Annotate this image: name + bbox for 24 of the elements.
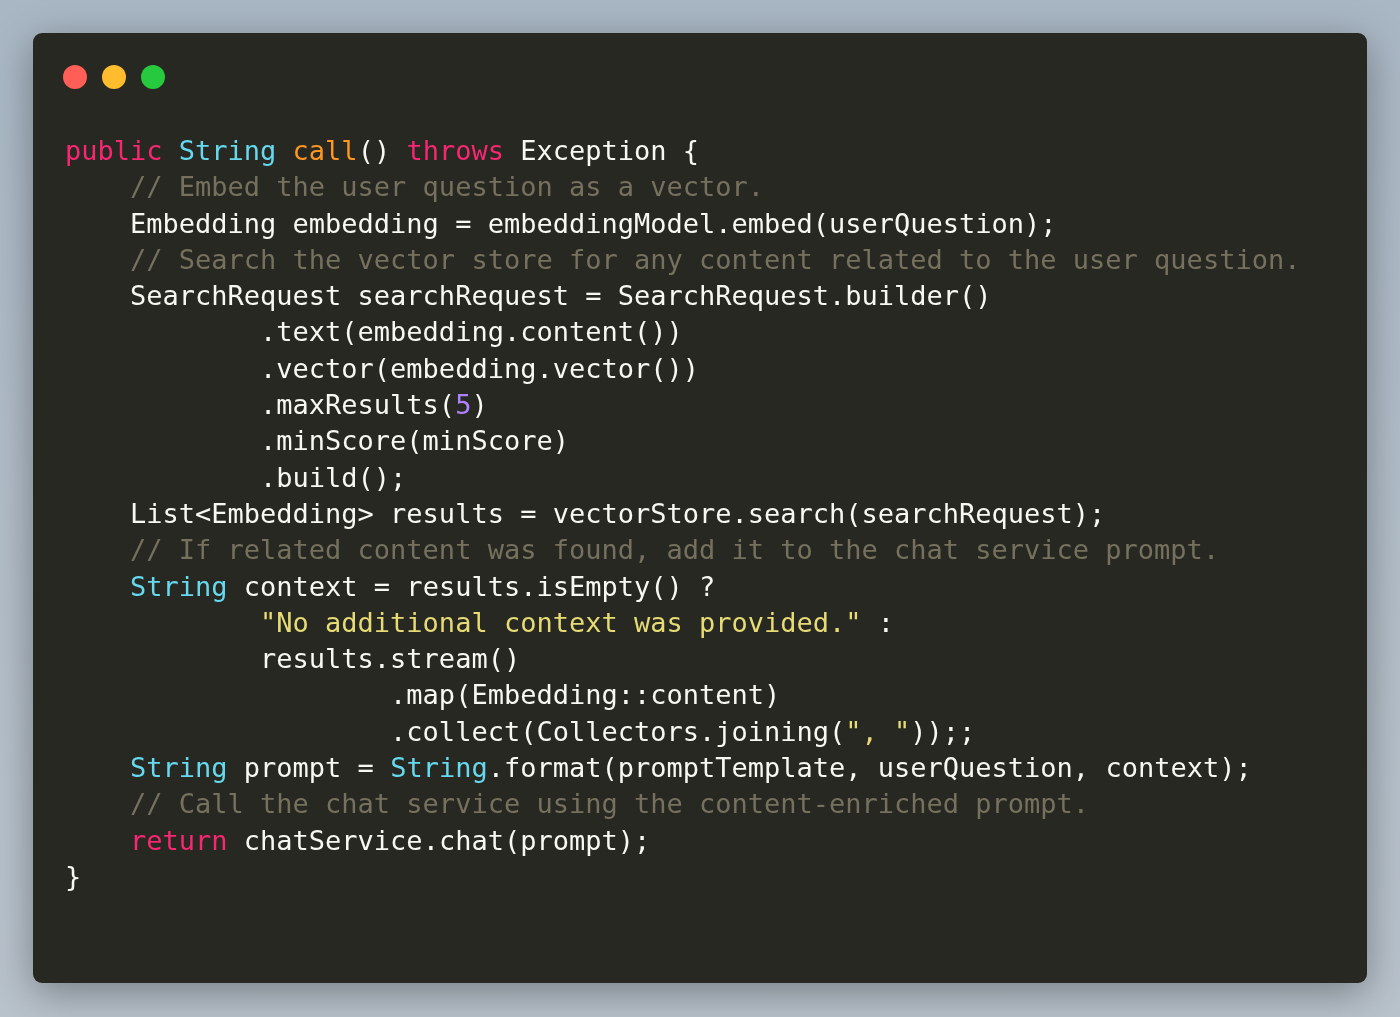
code-line: .minScore(minScore) <box>259 424 569 459</box>
code-line: public String call() throws Exception { <box>65 134 700 168</box>
code-line: // Call the chat service using the content-enriched prompt. <box>129 787 1090 822</box>
code-line: .build(); <box>259 460 407 495</box>
code-line: "No additional context was provided." : <box>259 605 895 640</box>
window-control-dot[interactable] <box>102 65 126 89</box>
code-line: SearchRequest searchRequest = SearchRequest.builder() <box>129 279 992 314</box>
code-line: .vector(embedding.vector()) <box>259 351 699 386</box>
code-line: // Embed the user question as a vector. <box>129 170 764 205</box>
code-line: String prompt = String.format(promptTemplate, userQuestion, context); <box>129 751 1252 786</box>
code-line: // Search the vector store for any content related to the user question. <box>129 242 1301 277</box>
code-line: // If related content was found, add it to the chat service prompt. <box>129 533 1220 568</box>
code-line: List<Embedding> results = vectorStore.search(searchRequest); <box>129 496 1106 531</box>
window-control-dot[interactable] <box>141 65 165 89</box>
code-line: .map(Embedding::content) <box>389 678 781 713</box>
code-line: return chatService.chat(prompt); <box>129 823 651 858</box>
code-line: } <box>65 859 82 894</box>
code-line: results.stream() <box>259 642 521 677</box>
window-control-dot[interactable] <box>63 65 87 89</box>
code-line: String context = results.isEmpty() ? <box>129 569 716 604</box>
code-line: .collect(Collectors.joining(", "));; <box>389 714 976 749</box>
code-line: .maxResults(5) <box>259 388 488 423</box>
code-line: Embedding embedding = embeddingModel.embed(userQuestion); <box>129 206 1057 241</box>
code-line: .text(embedding.content()) <box>259 315 683 350</box>
